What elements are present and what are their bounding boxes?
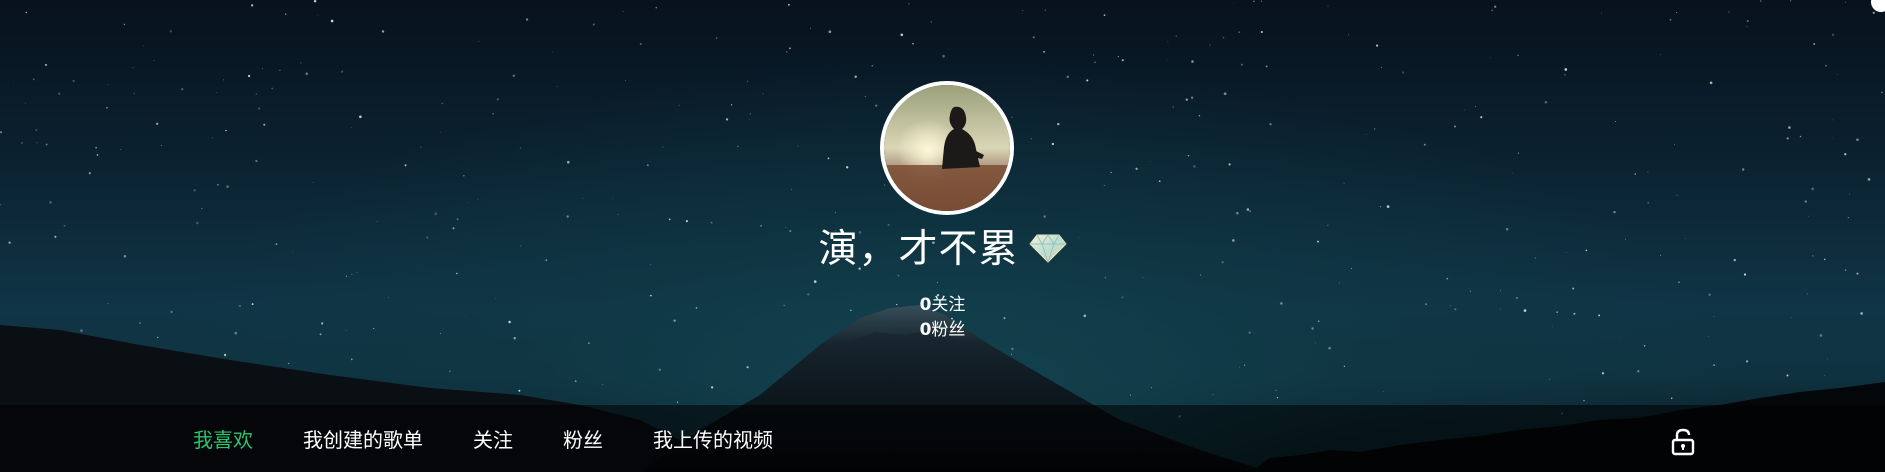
profile-name-row: 演，才不累 bbox=[0, 218, 1885, 274]
diamond-icon bbox=[1028, 234, 1067, 263]
followers-count[interactable]: 0粉丝 bbox=[0, 318, 1885, 343]
unlock-icon bbox=[1671, 428, 1695, 456]
tab-followers[interactable]: 粉丝 bbox=[563, 424, 603, 453]
tab-uploaded-videos[interactable]: 我上传的视频 bbox=[653, 424, 773, 453]
tab-liked[interactable]: 我喜欢 bbox=[193, 424, 253, 453]
profile-tabs: 我喜欢 我创建的歌单 关注 粉丝 我上传的视频 bbox=[193, 424, 823, 453]
avatar-photo-icon bbox=[884, 85, 1010, 211]
follow-stats: 0关注 0粉丝 bbox=[0, 293, 1885, 343]
user-nickname: 演，才不累 bbox=[818, 227, 1019, 272]
following-count[interactable]: 0关注 bbox=[0, 293, 1885, 318]
privacy-lock-button[interactable] bbox=[1671, 428, 1695, 456]
profile-banner: 演，才不累 0关注 0粉丝 我喜欢 我创建的歌单 关注 粉丝 我上传的视频 bbox=[0, 0, 1885, 472]
tab-my-playlists[interactable]: 我创建的歌单 bbox=[303, 424, 423, 453]
tab-following[interactable]: 关注 bbox=[473, 424, 513, 453]
user-avatar[interactable] bbox=[880, 81, 1014, 215]
